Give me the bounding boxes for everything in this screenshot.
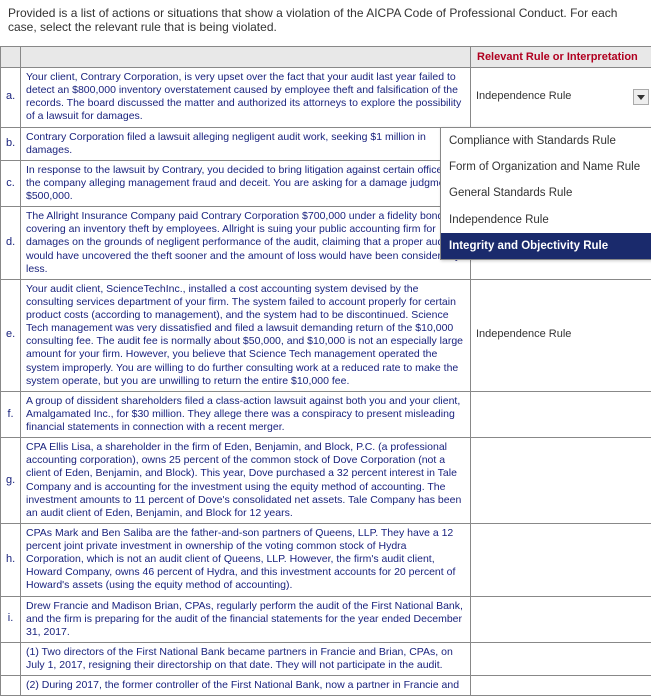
row-label: i. <box>1 596 21 642</box>
violations-table: Relevant Rule or Interpretation a.Your c… <box>0 46 651 696</box>
row-rule-cell[interactable] <box>471 676 651 696</box>
table-row: h.CPAs Mark and Ben Saliba are the fathe… <box>1 523 651 596</box>
row-description: Your audit client, ScienceTechInc., inst… <box>21 279 471 391</box>
row-rule-cell[interactable] <box>471 596 651 642</box>
row-label: d. <box>1 207 21 280</box>
dropdown-option[interactable]: General Standards Rule <box>441 180 651 206</box>
row-rule-cell[interactable] <box>471 642 651 675</box>
row-label: f. <box>1 391 21 437</box>
chevron-down-icon[interactable] <box>633 89 649 105</box>
table-row: (2) During 2017, the former controller o… <box>1 676 651 696</box>
row-label: e. <box>1 279 21 391</box>
table-row: i.Drew Francie and Madison Brian, CPAs, … <box>1 596 651 642</box>
row-label <box>1 642 21 675</box>
row-rule-cell[interactable] <box>471 438 651 524</box>
instructions-text: Provided is a list of actions or situati… <box>0 0 651 46</box>
table-row: f.A group of dissident shareholders file… <box>1 391 651 437</box>
row-description: A group of dissident shareholders filed … <box>21 391 471 437</box>
dropdown-option[interactable]: Integrity and Objectivity Rule <box>441 233 651 259</box>
row-label: g. <box>1 438 21 524</box>
dropdown-option[interactable]: Form of Organization and Name Rule <box>441 154 651 180</box>
header-rule: Relevant Rule or Interpretation <box>471 47 651 68</box>
row-description: CPA Ellis Lisa, a shareholder in the fir… <box>21 438 471 524</box>
row-description: CPAs Mark and Ben Saliba are the father-… <box>21 523 471 596</box>
row-label: a. <box>1 68 21 128</box>
row-label: c. <box>1 160 21 206</box>
rule-dropdown-menu: Compliance with Standards RuleForm of Or… <box>440 127 651 261</box>
row-rule-cell[interactable] <box>471 391 651 437</box>
row-description: (1) Two directors of the First National … <box>21 642 471 675</box>
row-description: The Allright Insurance Company paid Cont… <box>21 207 471 280</box>
dropdown-option[interactable]: Compliance with Standards Rule <box>441 128 651 154</box>
table-row: (1) Two directors of the First National … <box>1 642 651 675</box>
row-label <box>1 676 21 696</box>
row-description: Drew Francie and Madison Brian, CPAs, re… <box>21 596 471 642</box>
table-row: e.Your audit client, ScienceTechInc., in… <box>1 279 651 391</box>
row-description: In response to the lawsuit by Contrary, … <box>21 160 471 206</box>
table-row: g.CPA Ellis Lisa, a shareholder in the f… <box>1 438 651 524</box>
row-rule-cell[interactable]: Independence Rule <box>471 279 651 391</box>
header-empty-1 <box>1 47 21 68</box>
row-label: h. <box>1 523 21 596</box>
table-row: a.Your client, Contrary Corporation, is … <box>1 68 651 128</box>
row-description: Contrary Corporation filed a lawsuit all… <box>21 127 471 160</box>
header-empty-2 <box>21 47 471 68</box>
row-rule-cell[interactable] <box>471 523 651 596</box>
dropdown-option[interactable]: Independence Rule <box>441 207 651 233</box>
row-label: b. <box>1 127 21 160</box>
row-rule-cell[interactable]: Independence RuleCompliance with Standar… <box>471 68 651 128</box>
row-description: (2) During 2017, the former controller o… <box>21 676 471 696</box>
row-description: Your client, Contrary Corporation, is ve… <box>21 68 471 128</box>
